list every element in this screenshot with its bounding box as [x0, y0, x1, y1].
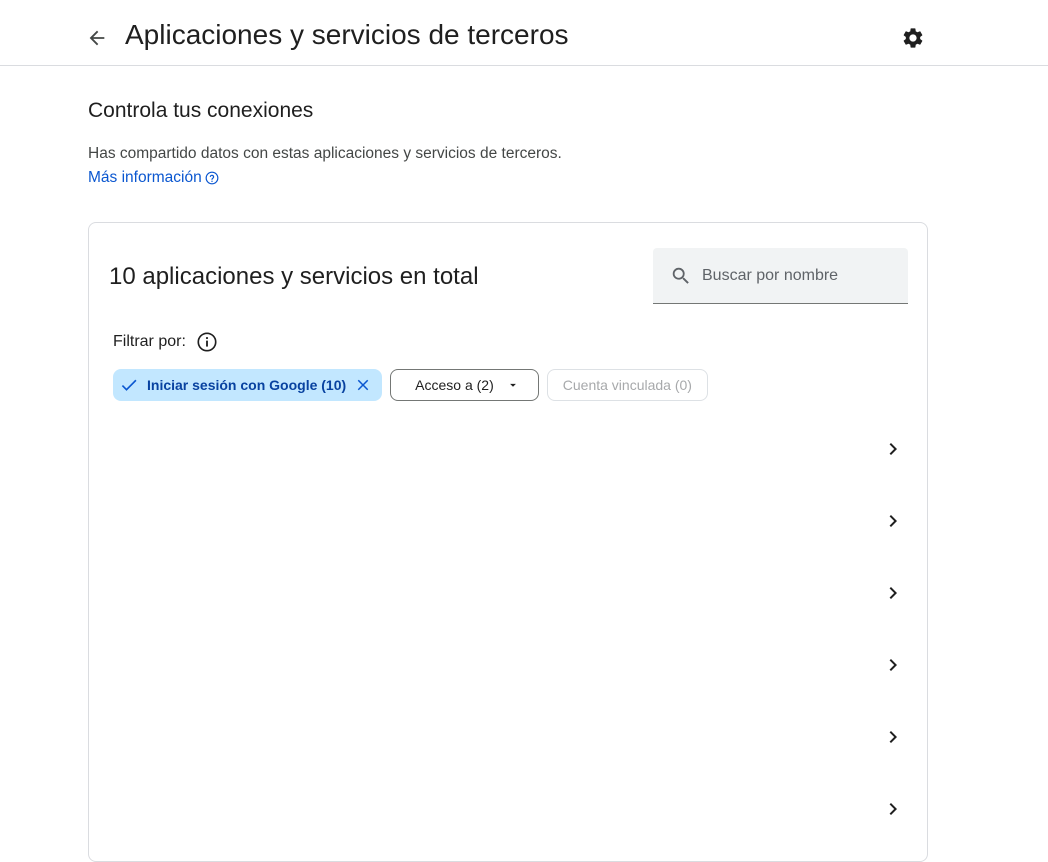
filter-label: Filtrar por: — [113, 333, 186, 350]
settings-button[interactable] — [895, 20, 931, 56]
section-description: Has compartido datos con estas aplicacio… — [88, 145, 562, 162]
top-app-bar: Aplicaciones y servicios de terceros — [0, 0, 1048, 66]
connections-card: 10 aplicaciones y servicios en total Fil… — [88, 222, 928, 862]
caret-down-icon — [509, 383, 516, 387]
search-icon — [672, 267, 689, 284]
arrow-back-icon — [89, 30, 105, 46]
filter-row: Filtrar por: — [113, 331, 218, 353]
chip-label: Cuenta vinculada (0) — [562, 377, 692, 393]
filter-chips: Iniciar sesión con Google (10) Acceso a … — [113, 369, 708, 401]
card-title: 10 aplicaciones y servicios en total — [109, 263, 479, 290]
chip-linked-account: Cuenta vinculada (0) — [546, 369, 708, 401]
list-item[interactable] — [89, 629, 927, 701]
checkmark-icon — [121, 379, 137, 391]
chevron-right-icon — [889, 803, 897, 815]
back-button[interactable] — [80, 21, 114, 55]
more-info-link[interactable]: Más información — [88, 169, 219, 187]
chevron-right-icon — [889, 659, 897, 671]
info-icon[interactable] — [196, 331, 218, 353]
section-title: Controla tus conexiones — [88, 99, 314, 122]
page-title: Aplicaciones y servicios de terceros — [125, 19, 569, 50]
chevron-right-icon — [889, 515, 897, 527]
chip-label: Iniciar sesión con Google (10) — [147, 377, 347, 393]
search-input[interactable] — [702, 266, 897, 285]
chevron-right-icon — [889, 731, 897, 743]
list-item[interactable] — [89, 413, 927, 485]
close-icon[interactable] — [354, 376, 372, 394]
help-icon — [205, 171, 219, 185]
list-item[interactable] — [89, 701, 927, 773]
chevron-right-icon — [889, 587, 897, 599]
chevron-right-icon — [889, 443, 897, 455]
chip-access-to[interactable]: Acceso a (2) — [390, 369, 539, 401]
gear-icon — [903, 28, 923, 48]
search-box[interactable] — [653, 248, 908, 304]
list-item[interactable] — [89, 557, 927, 629]
list-item[interactable] — [89, 485, 927, 557]
list-item[interactable] — [89, 773, 927, 845]
chip-sign-in-with-google[interactable]: Iniciar sesión con Google (10) — [113, 369, 383, 401]
more-info-label: Más información — [88, 169, 202, 186]
chip-label: Acceso a (2) — [415, 377, 494, 393]
